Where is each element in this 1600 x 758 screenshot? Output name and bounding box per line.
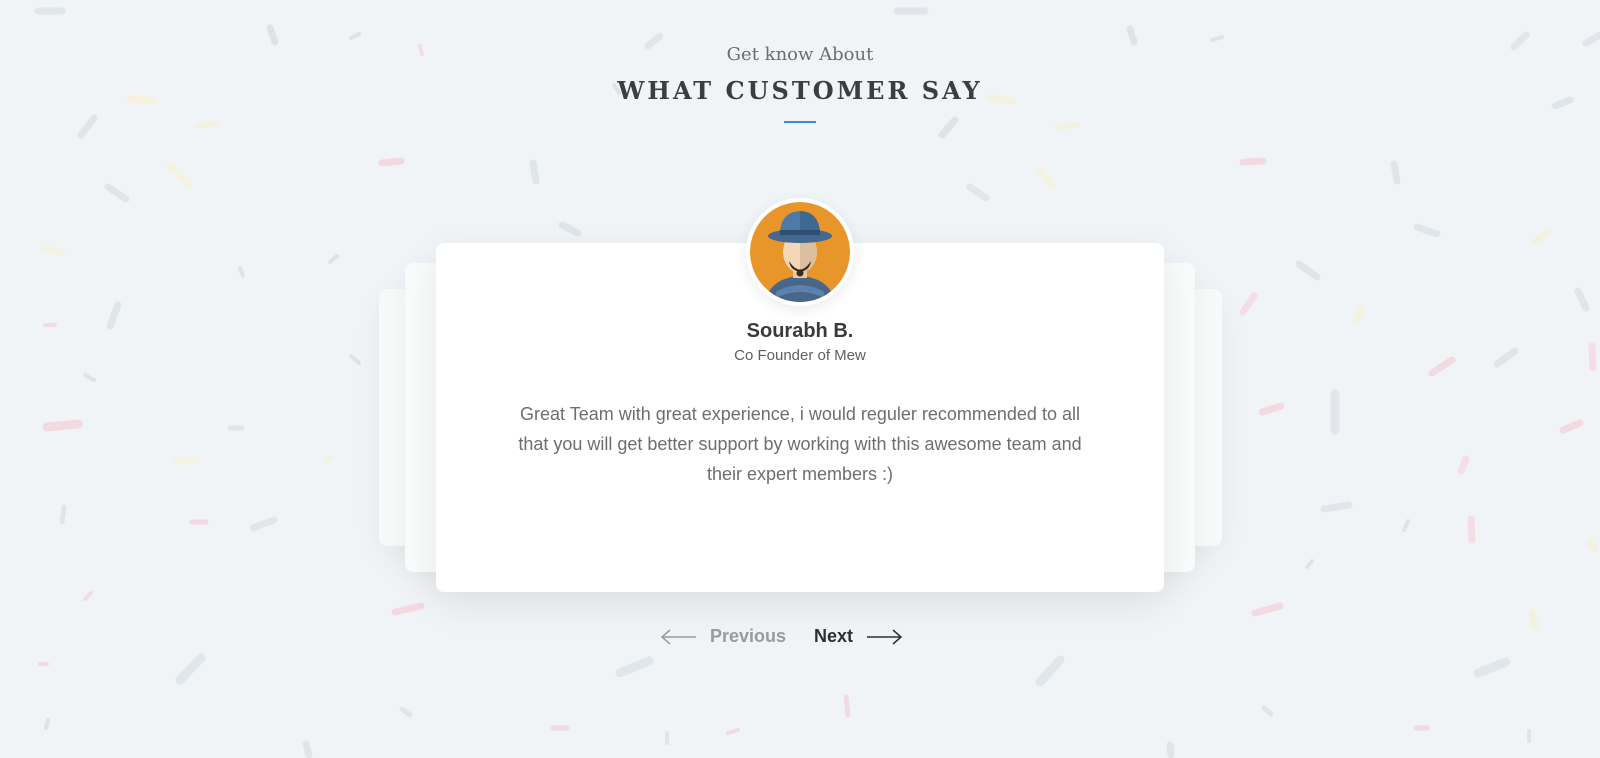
previous-label: Previous <box>710 626 787 646</box>
arrow-left-icon <box>660 628 696 645</box>
person-role: Co Founder of Mew <box>734 347 866 364</box>
avatar <box>746 198 854 306</box>
next-label: Next <box>814 626 854 646</box>
testimonials-section: Get know About WHAT CUSTOMER SAY Sourabh… <box>0 0 1600 758</box>
arrow-right-icon <box>867 628 903 645</box>
testimonial-quote: Great Team with great experience, i woul… <box>518 404 1082 484</box>
previous-button[interactable]: Previous <box>660 626 786 647</box>
section-title: WHAT CUSTOMER SAY <box>617 76 983 105</box>
avatar-illustration-icon <box>746 198 854 306</box>
person-name: Sourabh B. <box>746 320 854 342</box>
next-button[interactable]: Next <box>814 626 903 647</box>
section-eyebrow: Get know About <box>726 44 874 65</box>
title-divider <box>784 121 816 123</box>
